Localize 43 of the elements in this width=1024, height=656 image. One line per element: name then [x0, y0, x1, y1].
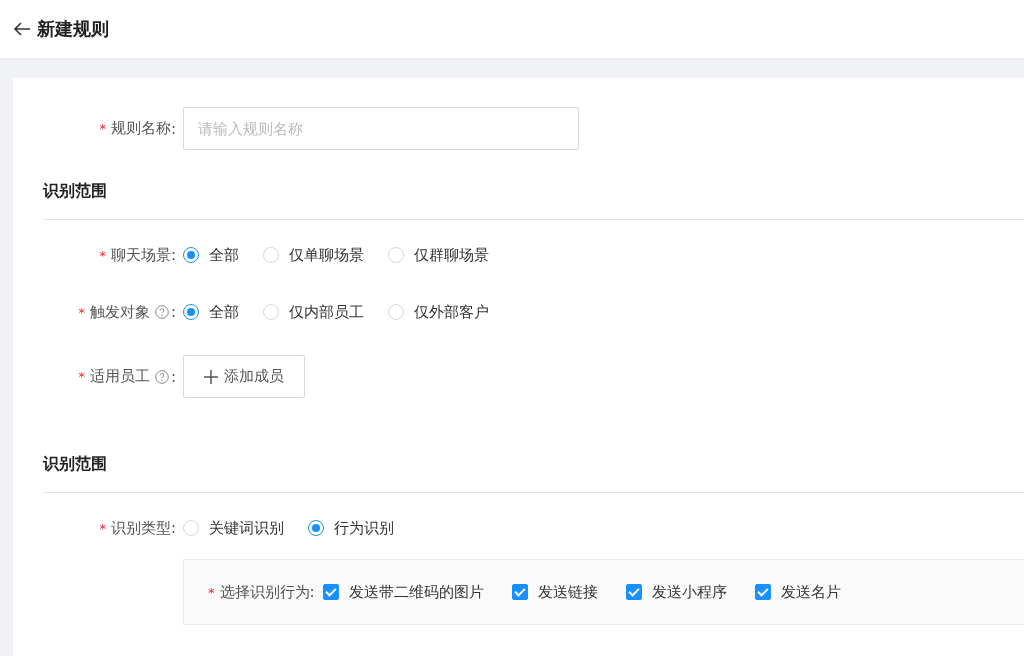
radio-label[interactable]: 仅外部客户: [414, 302, 489, 322]
label-colon: :: [170, 519, 176, 537]
plus-icon: [204, 369, 218, 384]
help-icon[interactable]: [154, 369, 169, 384]
required-mark: *: [78, 369, 85, 384]
checkbox[interactable]: [754, 584, 771, 600]
checkbox[interactable]: [511, 584, 528, 600]
field-label: 规则名称: [110, 119, 171, 138]
section-title: 识别范围: [43, 454, 108, 475]
checkbox[interactable]: [322, 584, 339, 600]
label-colon: :: [170, 303, 176, 321]
section-title: 识别范围: [43, 181, 108, 202]
checkbox-label[interactable]: 发送小程序: [651, 582, 727, 602]
required-mark: *: [99, 121, 106, 136]
field-label: 触发对象: [89, 302, 150, 322]
field-label: 聊天场景: [110, 245, 171, 265]
required-mark: *: [208, 584, 215, 600]
radio-label[interactable]: 全部: [209, 245, 239, 265]
radio-label[interactable]: 仅单聊场景: [289, 245, 364, 265]
help-icon[interactable]: [154, 305, 169, 319]
field-label: 识别类型: [110, 518, 171, 538]
field-label: 选择识别行为: [219, 582, 310, 602]
radio-label[interactable]: 行为识别: [334, 518, 394, 538]
radio-label[interactable]: 仅群聊场景: [414, 245, 489, 265]
radio-label[interactable]: 全部: [209, 302, 239, 322]
radio-label[interactable]: 仅内部员工: [289, 302, 364, 322]
label-colon: :: [170, 246, 176, 264]
required-mark: *: [99, 520, 106, 536]
required-mark: *: [78, 304, 85, 320]
checkbox-label[interactable]: 发送链接: [537, 582, 598, 602]
rule-name-input[interactable]: 请输入规则名称: [183, 107, 579, 150]
checkbox-label[interactable]: 发送名片: [780, 582, 841, 602]
radio-label[interactable]: 关键词识别: [209, 518, 284, 538]
checkbox-label[interactable]: 发送带二维码的图片: [348, 582, 484, 602]
label-colon: :: [170, 367, 176, 386]
label-colon: :: [309, 583, 315, 601]
back-arrow-icon[interactable]: [13, 22, 31, 36]
checkbox[interactable]: [625, 584, 642, 600]
add-member-button[interactable]: 添加成员: [183, 355, 305, 398]
page-title: 新建规则: [37, 17, 109, 41]
label-colon: :: [170, 119, 176, 138]
required-mark: *: [99, 247, 106, 263]
field-label: 适用员工: [89, 367, 150, 386]
